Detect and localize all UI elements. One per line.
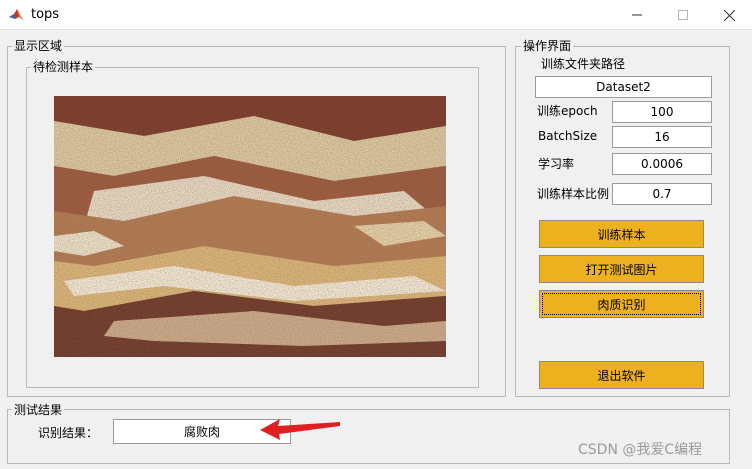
maximize-button[interactable] bbox=[660, 0, 706, 30]
arrow-annotation-icon bbox=[260, 419, 340, 440]
sample-panel-title: 待检测样本 bbox=[31, 60, 96, 74]
minimize-icon bbox=[632, 14, 642, 16]
window-title: tops bbox=[31, 7, 60, 22]
learning-rate-input[interactable]: 0.0006 bbox=[612, 153, 712, 175]
title-bar: tops bbox=[0, 0, 752, 30]
result-label: 识别结果： bbox=[38, 426, 99, 440]
batch-size-input[interactable]: 16 bbox=[612, 126, 712, 148]
display-panel-title: 显示区域 bbox=[12, 39, 65, 53]
close-icon bbox=[723, 9, 735, 21]
sample-image bbox=[54, 96, 446, 357]
folder-path-input[interactable]: Dataset2 bbox=[535, 76, 712, 98]
learning-rate-label: 学习率 bbox=[538, 157, 575, 171]
maximize-icon bbox=[678, 10, 688, 20]
operations-panel-title: 操作界面 bbox=[521, 39, 574, 53]
watermark: CSDN @我爱C编程 bbox=[578, 442, 703, 458]
minimize-button[interactable] bbox=[614, 0, 660, 30]
epoch-label: 训练epoch bbox=[537, 104, 598, 118]
folder-path-label: 训练文件夹路径 bbox=[541, 57, 626, 71]
result-panel-title: 测试结果 bbox=[12, 403, 65, 417]
exit-button[interactable]: 退出软件 bbox=[539, 361, 704, 389]
close-button[interactable] bbox=[706, 0, 752, 30]
matlab-icon bbox=[9, 9, 23, 20]
batch-size-label: BatchSize bbox=[538, 129, 598, 143]
train-ratio-input[interactable]: 0.7 bbox=[612, 183, 712, 205]
identify-button[interactable]: 肉质识别 bbox=[539, 290, 704, 318]
train-ratio-label: 训练样本比例 bbox=[537, 187, 610, 201]
open-image-button[interactable]: 打开测试图片 bbox=[539, 255, 704, 283]
train-button[interactable]: 训练样本 bbox=[539, 220, 704, 248]
epoch-input[interactable]: 100 bbox=[612, 101, 712, 123]
